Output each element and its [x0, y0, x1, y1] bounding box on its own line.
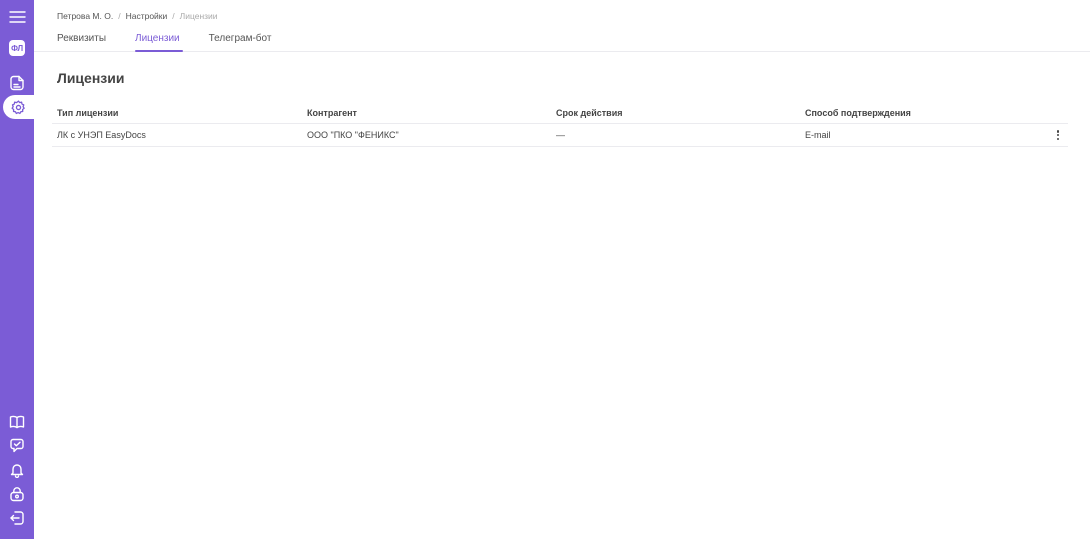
- logout-icon: [10, 511, 24, 525]
- breadcrumb-item-user[interactable]: Петрова М. О.: [57, 11, 113, 21]
- cell-counterparty: ООО "ПКО "ФЕНИКС": [307, 130, 399, 140]
- sidebar: ФЛ: [0, 0, 34, 539]
- avatar-button[interactable]: ФЛ: [0, 36, 34, 60]
- sidebar-item-settings[interactable]: [3, 95, 34, 119]
- page-title: Лицензии: [57, 70, 125, 86]
- row-more-icon[interactable]: [1054, 129, 1062, 141]
- book-icon: [9, 415, 25, 429]
- tab-licenses[interactable]: Лицензии: [135, 33, 183, 52]
- tab-telegram-bot[interactable]: Телеграм-бот: [209, 33, 272, 52]
- licenses-table: Тип лицензии Контрагент Срок действия Сп…: [52, 102, 1068, 147]
- cell-license-type: ЛК с УНЭП EasyDocs: [57, 130, 146, 140]
- cell-confirmation-method: E-mail: [805, 130, 831, 140]
- support-chat-icon: [10, 438, 24, 453]
- sidebar-item-security[interactable]: [0, 482, 34, 506]
- table-row[interactable]: ЛК с УНЭП EasyDocs ООО "ПКО "ФЕНИКС" — E…: [52, 124, 1068, 147]
- avatar: ФЛ: [9, 40, 25, 56]
- sidebar-item-notifications[interactable]: [0, 458, 34, 482]
- breadcrumb-separator: /: [172, 11, 175, 21]
- column-header-license-type: Тип лицензии: [57, 107, 119, 118]
- column-header-confirmation-method: Способ подтверждения: [805, 107, 911, 118]
- tab-requisites[interactable]: Реквизиты: [57, 33, 106, 52]
- settings-icon: [11, 99, 25, 114]
- column-header-counterparty: Контрагент: [307, 107, 357, 118]
- breadcrumb: Петрова М. О. / Настройки / Лицензии: [57, 11, 218, 21]
- column-header-validity: Срок действия: [556, 107, 623, 118]
- sidebar-item-documents[interactable]: [0, 71, 34, 95]
- sidebar-item-logout[interactable]: [0, 506, 34, 530]
- sidebar-item-support[interactable]: [0, 434, 34, 458]
- menu-button[interactable]: [0, 5, 34, 29]
- sidebar-item-knowledge-base[interactable]: [0, 410, 34, 434]
- breadcrumb-item-licenses: Лицензии: [179, 11, 218, 21]
- cell-validity: —: [556, 130, 565, 140]
- table-header: Тип лицензии Контрагент Срок действия Сп…: [52, 102, 1068, 124]
- bell-icon: [10, 464, 24, 478]
- breadcrumb-separator: /: [118, 11, 121, 21]
- lock-icon: [10, 487, 24, 502]
- app: ФЛ Петрова М. О. / Настройки / Лицензии …: [0, 0, 1090, 539]
- menu-icon: [8, 11, 26, 23]
- breadcrumb-item-settings[interactable]: Настройки: [126, 11, 168, 21]
- header: Петрова М. О. / Настройки / Лицензии Рек…: [34, 0, 1090, 52]
- tabs: Реквизиты Лицензии Телеграм-бот: [57, 33, 300, 52]
- documents-icon: [10, 75, 24, 91]
